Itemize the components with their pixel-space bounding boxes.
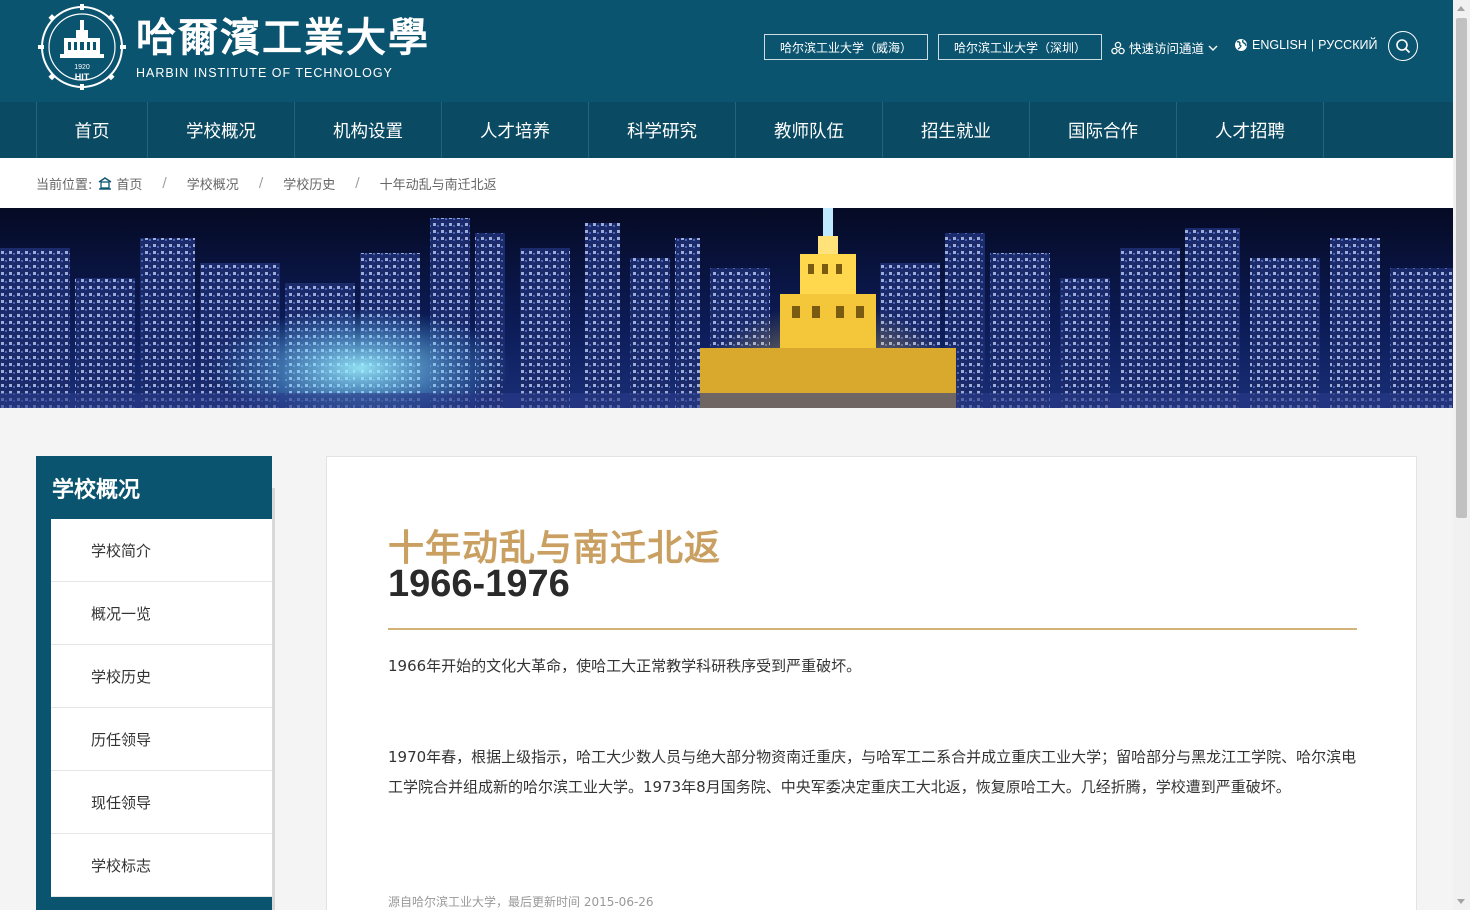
quick-access-icon — [1111, 41, 1125, 54]
breadcrumb-prefix: 当前位置: — [36, 177, 93, 193]
article-panel: 十年动乱与南迁北返 1966-1976 1966年开始的文化大革命，使哈工大正常… — [326, 456, 1417, 910]
nav-item-organization[interactable]: 机构设置 — [295, 102, 442, 158]
main-nav: 首页 学校概况 机构设置 人才培养 科学研究 教师队伍 招生就业 国际合作 人才… — [0, 102, 1453, 158]
language-separator: | — [1310, 38, 1315, 52]
breadcrumb-history[interactable]: 学校历史 — [283, 174, 335, 193]
nav-item-education[interactable]: 人才培养 — [442, 102, 589, 158]
logo-chinese-name: 哈爾濱工業大學 — [136, 14, 430, 61]
breadcrumb-separator: / — [162, 175, 167, 191]
scroll-down-arrow-icon[interactable] — [1457, 899, 1465, 904]
article-paragraph-2: 1970年春，根据上级指示，哈工大少数人员与绝大部分物资南迁重庆，与哈军工二系合… — [388, 748, 1357, 796]
campus-night-banner — [0, 208, 1453, 408]
sidebar-item-current-leaders[interactable]: 现任领导 — [51, 771, 272, 834]
english-link[interactable]: ENGLISH — [1252, 38, 1307, 52]
search-button[interactable] — [1388, 31, 1418, 61]
nav-item-admissions[interactable]: 招生就业 — [883, 102, 1030, 158]
breadcrumb: 当前位置: 首页 / 学校概况 / 学校历史 / 十年动乱与南迁北返 — [0, 158, 1453, 208]
nav-item-research[interactable]: 科学研究 — [589, 102, 736, 158]
breadcrumb-current: 十年动乱与南迁北返 — [379, 177, 497, 193]
weihai-campus-link[interactable]: 哈尔滨工业大学（威海） — [764, 34, 928, 60]
quick-access-label: 快速访问通道 — [1129, 41, 1205, 56]
sidebar-item-history[interactable]: 学校历史 — [51, 645, 272, 708]
svg-text:HIT: HIT — [75, 72, 90, 82]
article-years: 1966-1976 — [388, 563, 570, 605]
breadcrumb-separator: / — [258, 175, 264, 191]
nav-item-overview[interactable]: 学校概况 — [148, 102, 295, 158]
globe-icon — [1235, 39, 1247, 51]
search-icon — [1396, 39, 1411, 54]
nav-item-international[interactable]: 国际合作 — [1030, 102, 1177, 158]
nav-item-home[interactable]: 首页 — [37, 102, 148, 158]
emblem-icon: 1920 HIT — [38, 4, 126, 90]
russian-link[interactable]: РУССКИЙ — [1318, 38, 1377, 52]
campus-night-image — [0, 208, 1453, 408]
logo-text: 哈爾濱工業大學 HARBIN INSTITUTE OF TECHNOLOGY — [136, 14, 430, 80]
logo-english-name: HARBIN INSTITUTE OF TECHNOLOGY — [136, 66, 393, 80]
breadcrumb-separator: / — [355, 175, 360, 191]
language-switch: ENGLISH | РУССКИЙ — [1234, 38, 1377, 52]
shenzhen-campus-link[interactable]: 哈尔滨工业大学（深圳） — [938, 34, 1102, 60]
nav-item-recruitment[interactable]: 人才招聘 — [1177, 102, 1324, 158]
sidebar-shadow — [272, 488, 275, 910]
sidebar: 学校概况 学校简介 概况一览 学校历史 历任领导 现任领导 学校标志 — [36, 456, 272, 910]
sidebar-title: 学校概况 — [52, 477, 141, 503]
site-logo[interactable]: 1920 HIT 哈爾濱工業大學 HARBIN INSTITUTE OF TEC… — [36, 4, 430, 90]
breadcrumb-overview[interactable]: 学校概况 — [187, 174, 239, 193]
sidebar-item-introduction[interactable]: 学校简介 — [51, 519, 272, 582]
sidebar-item-past-leaders[interactable]: 历任领导 — [51, 708, 272, 771]
nav-item-faculty[interactable]: 教师队伍 — [736, 102, 883, 158]
title-divider — [388, 628, 1357, 630]
breadcrumb-home[interactable]: 首页 — [116, 174, 142, 193]
article-meta: 源自哈尔滨工业大学，最后更新时间 2015-06-26 — [388, 895, 654, 909]
page-scrollbar[interactable] — [1453, 0, 1470, 910]
quick-access-menu[interactable]: 快速访问通道 — [1111, 38, 1218, 57]
scrollbar-thumb[interactable] — [1456, 18, 1467, 518]
article-paragraph-1: 1966年开始的文化大革命，使哈工大正常教学科研秩序受到严重破坏。 — [388, 657, 862, 675]
sidebar-item-emblem[interactable]: 学校标志 — [51, 834, 272, 897]
home-icon — [99, 176, 112, 190]
sidebar-item-overview[interactable]: 概况一览 — [51, 582, 272, 645]
svg-text:1920: 1920 — [74, 64, 90, 71]
scroll-up-arrow-icon[interactable] — [1457, 6, 1465, 11]
chevron-down-icon — [1208, 45, 1218, 51]
site-header: 1920 HIT 哈爾濱工業大學 HARBIN INSTITUTE OF TEC… — [0, 0, 1453, 102]
